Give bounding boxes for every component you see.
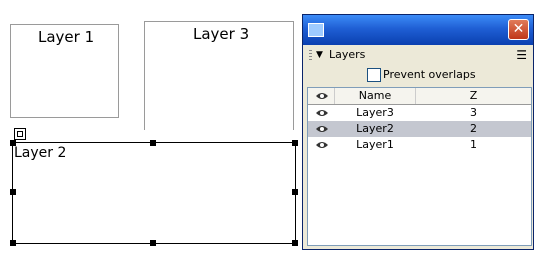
- table-row[interactable]: Layer2 2: [308, 121, 531, 137]
- resize-handle-left[interactable]: [10, 189, 16, 195]
- layer-z-cell: 2: [470, 122, 477, 135]
- eye-icon: [316, 93, 328, 99]
- list-menu-icon[interactable]: ☰: [516, 47, 527, 63]
- resize-handle-right[interactable]: [292, 189, 298, 195]
- layer-1-box[interactable]: Layer 1: [10, 24, 119, 118]
- window-app-icon: [308, 23, 324, 37]
- layer-2-box[interactable]: Layer 2: [12, 142, 296, 244]
- panel-header: ▼ Layers ☰: [307, 47, 529, 63]
- layers-table: Name Z Layer3 3 Layer2 2 Layer1 1: [307, 87, 532, 246]
- prevent-overlaps-label: Prevent overlaps: [383, 68, 476, 81]
- close-icon: ✕: [512, 21, 525, 37]
- resize-handle-top-left[interactable]: [10, 140, 16, 146]
- table-header: Name Z: [308, 88, 531, 105]
- resize-handle-bottom-right[interactable]: [292, 240, 298, 246]
- table-row[interactable]: Layer1 1: [308, 137, 531, 153]
- resize-handle-bottom[interactable]: [150, 240, 156, 246]
- resize-handle-top-right[interactable]: [292, 140, 298, 146]
- layer-z-cell: 3: [470, 106, 477, 119]
- layer-z-cell: 1: [470, 138, 477, 151]
- layers-window: ✕ ▼ Layers ☰ Prevent overlaps Name Z Lay…: [302, 14, 534, 250]
- z-column-header[interactable]: Z: [416, 88, 531, 104]
- layer-name-cell: Layer1: [356, 138, 394, 151]
- eye-icon[interactable]: [315, 124, 329, 134]
- close-button[interactable]: ✕: [508, 19, 529, 40]
- prevent-overlaps-checkbox[interactable]: [367, 68, 381, 82]
- layer-name-cell: Layer2: [356, 122, 394, 135]
- layer-select-icon[interactable]: [14, 128, 26, 140]
- resize-handle-bottom-left[interactable]: [10, 240, 16, 246]
- table-row[interactable]: Layer3 3: [308, 105, 531, 121]
- layer-3-box[interactable]: Layer 3: [144, 21, 294, 130]
- name-column-header[interactable]: Name: [335, 88, 416, 104]
- visibility-column-header[interactable]: [308, 88, 335, 104]
- resize-handle-top[interactable]: [150, 140, 156, 146]
- layer-3-label: Layer 3: [193, 25, 250, 43]
- grip-icon[interactable]: [309, 50, 312, 60]
- layer-name-cell: Layer3: [356, 106, 394, 119]
- eye-icon[interactable]: [315, 140, 329, 150]
- panel-title: Layers: [329, 48, 366, 61]
- window-titlebar[interactable]: ✕: [303, 15, 533, 45]
- layer-1-label: Layer 1: [38, 28, 95, 46]
- layer-2-label: Layer 2: [14, 145, 67, 161]
- eye-icon[interactable]: [315, 108, 329, 118]
- triangle-down-icon[interactable]: ▼: [316, 47, 323, 63]
